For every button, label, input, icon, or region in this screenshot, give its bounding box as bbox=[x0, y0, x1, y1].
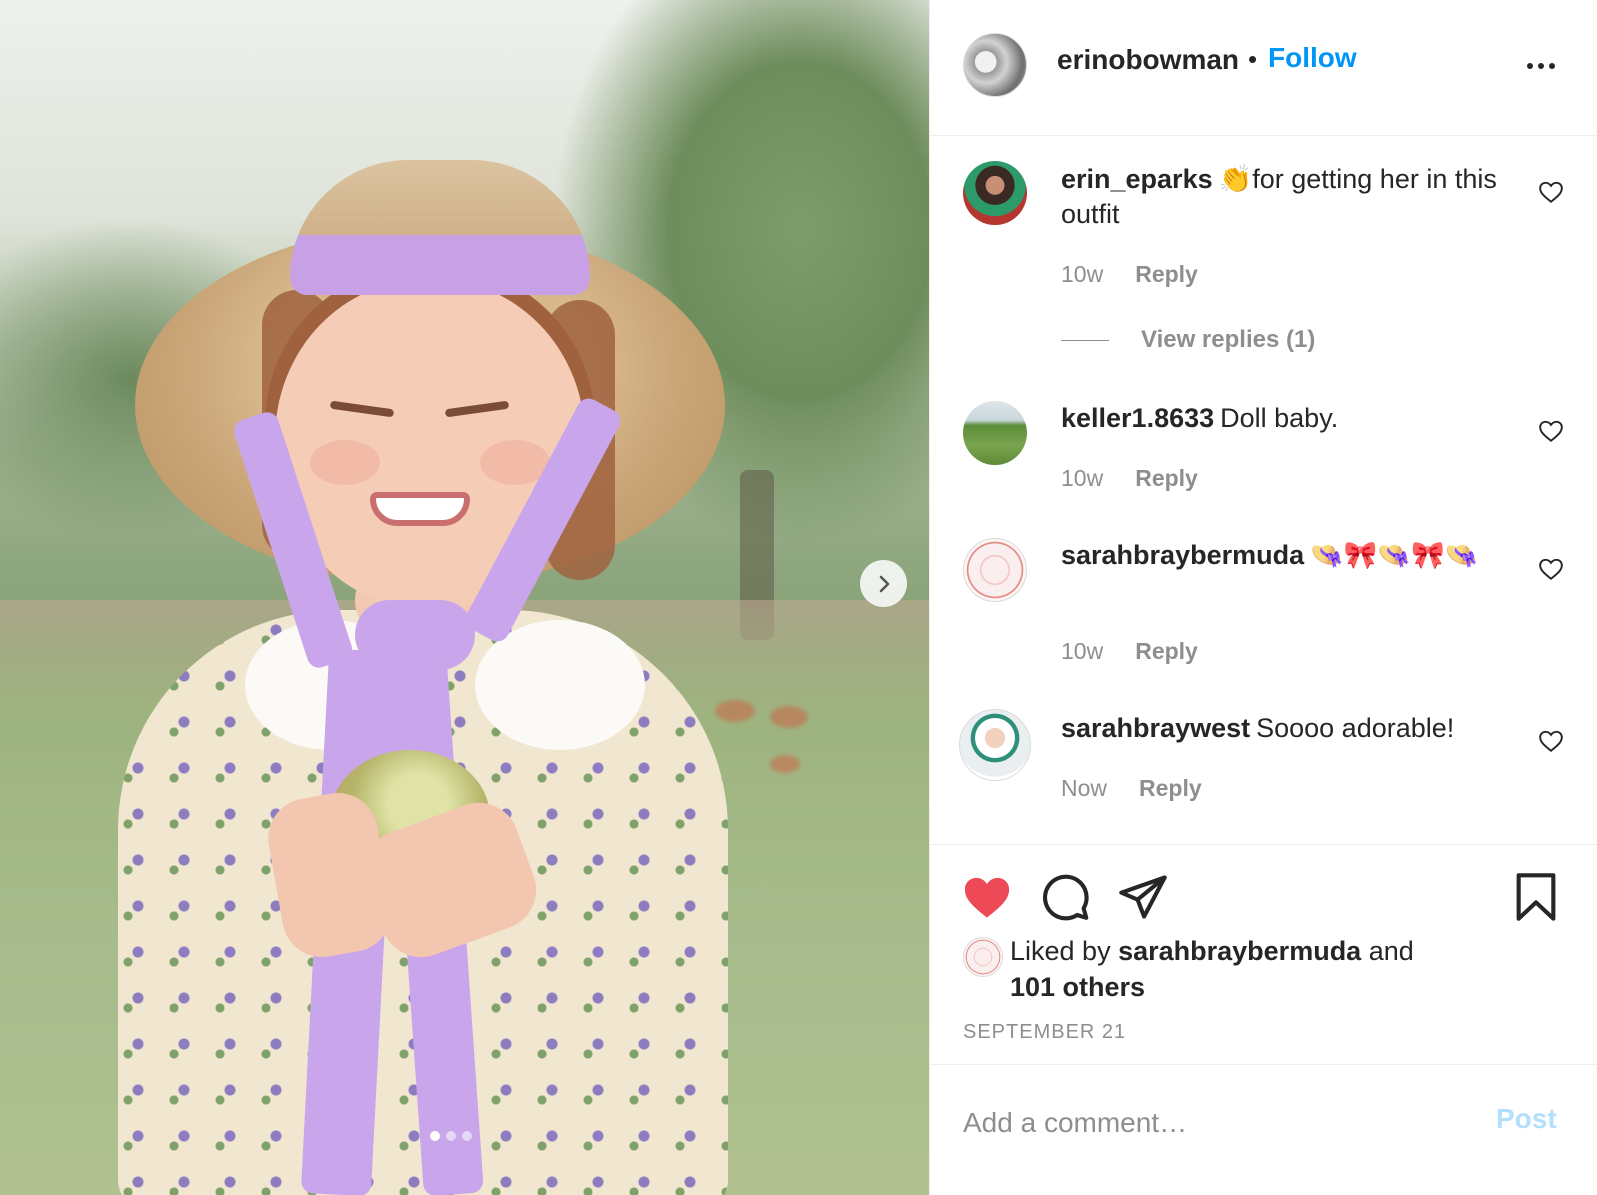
comment-body: Doll baby. bbox=[1220, 403, 1339, 433]
comment-meta: Now Reply bbox=[1061, 775, 1202, 802]
post-date[interactable]: SEPTEMBER 21 bbox=[963, 1021, 1126, 1044]
heart-outline-icon[interactable] bbox=[1538, 556, 1564, 582]
comment-time: 10w bbox=[1061, 638, 1104, 664]
likes-summary: Liked by sarahbraybermuda and 101 others bbox=[1010, 933, 1470, 1005]
comment-meta: 10w Reply bbox=[1061, 465, 1198, 492]
reply-button[interactable]: Reply bbox=[1139, 775, 1202, 802]
comment-text: keller1.8633 Doll baby. bbox=[1061, 401, 1501, 436]
straw-hat-crown bbox=[290, 160, 590, 295]
likes-prefix: Liked by bbox=[1010, 936, 1111, 966]
view-replies-label: View replies (1) bbox=[1141, 326, 1316, 353]
follow-button[interactable]: Follow bbox=[1268, 42, 1357, 74]
post-actions: Liked by sarahbraybermuda and 101 others… bbox=[930, 844, 1597, 1064]
fallen-apple bbox=[770, 706, 808, 728]
fallen-apple bbox=[770, 755, 800, 773]
fallen-apple bbox=[715, 700, 755, 722]
author-username[interactable]: erinobowman bbox=[1057, 44, 1239, 76]
comment-meta: 10w Reply bbox=[1061, 638, 1198, 665]
commenter-avatar[interactable] bbox=[963, 538, 1027, 602]
post-button[interactable]: Post bbox=[1496, 1103, 1557, 1135]
commenter-avatar[interactable] bbox=[963, 161, 1027, 225]
post-header: erinobowman • Follow bbox=[930, 0, 1597, 136]
liker-avatar[interactable] bbox=[963, 937, 1003, 977]
author-avatar[interactable] bbox=[963, 33, 1027, 97]
view-replies-button[interactable]: View replies (1) bbox=[1061, 326, 1315, 354]
reply-button[interactable]: Reply bbox=[1135, 261, 1198, 288]
paper-plane-icon[interactable] bbox=[1117, 871, 1169, 923]
commenter-username[interactable]: erin_eparks bbox=[1061, 164, 1213, 194]
heart-outline-icon[interactable] bbox=[1538, 179, 1564, 205]
comment-input[interactable] bbox=[963, 1101, 1483, 1145]
likes-others-link[interactable]: 101 others bbox=[1010, 972, 1145, 1002]
replies-line bbox=[1061, 339, 1109, 341]
ellipsis-icon[interactable] bbox=[1523, 48, 1559, 84]
comment-body: Soooo adorable! bbox=[1256, 713, 1455, 743]
post-side-panel: erinobowman • Follow erin_eparks 👏for get… bbox=[929, 0, 1597, 1195]
carousel-next-button[interactable] bbox=[860, 560, 907, 607]
comment-time: Now bbox=[1061, 775, 1108, 801]
comment-time: 10w bbox=[1061, 465, 1104, 491]
comment-body: 👒🎀👒🎀👒 bbox=[1310, 540, 1479, 570]
commenter-username[interactable]: sarahbraybermuda bbox=[1061, 540, 1304, 570]
liker-username[interactable]: sarahbraybermuda bbox=[1118, 936, 1361, 966]
comment-list[interactable]: erin_eparks 👏for getting her in this outf… bbox=[930, 137, 1597, 844]
comment-meta: 10w Reply bbox=[1061, 261, 1198, 288]
carousel-indicator bbox=[430, 1131, 472, 1141]
heart-outline-icon[interactable] bbox=[1538, 418, 1564, 444]
post-photo[interactable] bbox=[0, 0, 948, 1195]
smile bbox=[370, 492, 470, 526]
heart-filled-icon[interactable] bbox=[961, 871, 1013, 923]
bookmark-icon[interactable] bbox=[1510, 871, 1562, 923]
commenter-username[interactable]: sarahbraywest bbox=[1061, 713, 1250, 743]
commenter-username[interactable]: keller1.8633 bbox=[1061, 403, 1214, 433]
reply-button[interactable]: Reply bbox=[1135, 465, 1198, 492]
add-comment-bar: Post bbox=[930, 1064, 1597, 1195]
chevron-right-icon bbox=[879, 575, 889, 592]
carousel-dot bbox=[430, 1131, 440, 1141]
comment-text: sarahbraybermuda 👒🎀👒🎀👒 bbox=[1061, 538, 1501, 573]
comment-text: sarahbraywest Soooo adorable! bbox=[1061, 711, 1501, 746]
header-separator: • bbox=[1248, 44, 1258, 74]
speech-bubble-icon[interactable] bbox=[1039, 871, 1091, 923]
carousel-dot bbox=[446, 1131, 456, 1141]
commenter-avatar[interactable] bbox=[959, 709, 1031, 781]
comment-time: 10w bbox=[1061, 261, 1104, 287]
cheek-left bbox=[310, 440, 380, 485]
carousel-dot bbox=[462, 1131, 472, 1141]
commenter-avatar[interactable] bbox=[963, 401, 1027, 465]
likes-joiner: and bbox=[1368, 936, 1414, 966]
reply-button[interactable]: Reply bbox=[1135, 638, 1198, 665]
heart-outline-icon[interactable] bbox=[1538, 728, 1564, 754]
clap-emoji: 👏 bbox=[1218, 164, 1253, 194]
comment-text: erin_eparks 👏for getting her in this outf… bbox=[1061, 162, 1501, 232]
